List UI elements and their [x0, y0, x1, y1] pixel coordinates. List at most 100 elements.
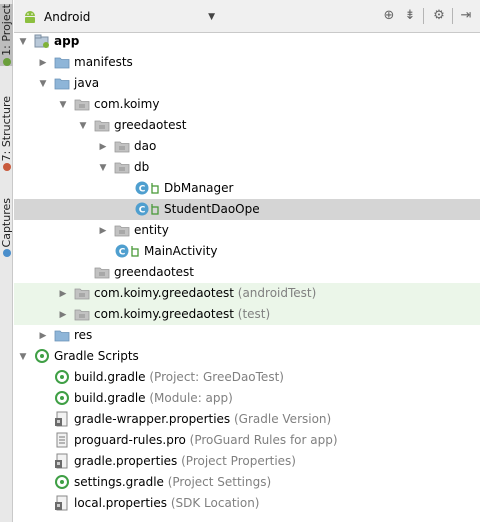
gradle-icon — [54, 369, 70, 385]
svg-text:C: C — [139, 185, 146, 195]
tree-item-label: proguard-rules.pro (ProGuard Rules for a… — [74, 433, 338, 447]
tree-item-label: greedaotest — [114, 118, 186, 132]
tree-row[interactable]: C StudentDaoOpe — [14, 199, 480, 220]
tree-item-label: com.koimy.greedaotest (test) — [94, 307, 270, 321]
chevron-down-icon[interactable]: ▼ — [18, 37, 28, 47]
collapse-all-icon[interactable]: ⇟ — [402, 8, 418, 24]
tool-window-strip: 1: Project 7: Structure Captures — [0, 0, 13, 522]
package-icon — [74, 306, 90, 322]
properties-file-icon — [54, 411, 70, 427]
tree-row[interactable]: greendaotest — [14, 262, 480, 283]
package-icon — [94, 264, 110, 280]
tree-row[interactable]: ▼ greedaotest — [14, 115, 480, 136]
tree-row[interactable]: proguard-rules.pro (ProGuard Rules for a… — [14, 430, 480, 451]
tree-item-name: settings.gradle — [74, 475, 164, 489]
tree-row[interactable]: ▶ com.koimy.greedaotest (androidTest) — [14, 283, 480, 304]
tree-row[interactable]: ▶ com.koimy.greedaotest (test) — [14, 304, 480, 325]
tree-item-label: build.gradle (Project: GreeDaoTest) — [74, 370, 284, 384]
gradle-icon — [54, 474, 70, 490]
project-tree: ▼ app ▶ manifests ▼ java ▼ com.koimy ▼ greedaotes… — [14, 33, 480, 522]
tree-row[interactable]: local.properties (SDK Location) — [14, 493, 480, 514]
project-tab-label: 1: Project — [0, 4, 13, 56]
project-toolbar: Android ▼ ⊕ ⇟ ⚙ ⇥ — [14, 0, 480, 33]
chevron-right-icon[interactable]: ▶ — [98, 142, 108, 152]
tree-row[interactable]: ▼ db — [14, 157, 480, 178]
tree-item-label: db — [134, 160, 149, 174]
tree-row[interactable]: ▶ dao — [14, 136, 480, 157]
tree-item-label: MainActivity — [144, 244, 218, 258]
tree-row[interactable]: ▶ manifests — [14, 52, 480, 73]
tree-item-label: entity — [134, 223, 169, 237]
tree-item-label: greendaotest — [114, 265, 194, 279]
tree-row[interactable]: ▶ entity — [14, 220, 480, 241]
package-icon — [114, 138, 130, 154]
gradle-icon — [34, 348, 50, 364]
tree-row[interactable]: ▼ java — [14, 73, 480, 94]
public-access-icon — [148, 201, 164, 217]
view-selector-value: Android — [44, 10, 91, 24]
android-icon — [2, 57, 11, 66]
chevron-right-icon[interactable]: ▶ — [38, 331, 48, 341]
hide-panel-icon[interactable]: ⇥ — [458, 8, 474, 24]
package-icon — [74, 285, 90, 301]
tree-row[interactable]: build.gradle (Module: app) — [14, 388, 480, 409]
tree-row[interactable]: settings.gradle (Project Settings) — [14, 472, 480, 493]
tree-item-label: build.gradle (Module: app) — [74, 391, 233, 405]
tree-row[interactable]: ▼ Gradle Scripts — [14, 346, 480, 367]
properties-file-icon — [54, 495, 70, 511]
tree-row[interactable]: build.gradle (Project: GreeDaoTest) — [14, 367, 480, 388]
tree-row[interactable]: C MainActivity — [14, 241, 480, 262]
tree-item-name: gradle.properties — [74, 454, 178, 468]
toolbar-divider — [452, 8, 453, 24]
tree-item-name: greendaotest — [114, 265, 195, 279]
tree-item-label: com.koimy — [94, 97, 159, 111]
folder-icon — [54, 75, 70, 91]
tree-item-label: DbManager — [164, 181, 233, 195]
tree-item-name: com.koimy.greedaotest — [94, 286, 234, 300]
chevron-down-icon[interactable]: ▼ — [58, 100, 68, 110]
tree-item-name: MainActivity — [144, 244, 218, 258]
project-tool-tab[interactable]: 1: Project — [0, 4, 13, 66]
chevron-right-icon[interactable]: ▶ — [58, 310, 68, 320]
svg-text:C: C — [139, 206, 146, 216]
folder-icon — [54, 327, 70, 343]
structure-tool-tab[interactable]: 7: Structure — [0, 96, 13, 172]
tree-row[interactable]: ▼ app — [14, 31, 480, 52]
chevron-right-icon[interactable]: ▶ — [58, 289, 68, 299]
public-access-icon — [148, 180, 164, 196]
gear-icon[interactable]: ⚙ — [431, 8, 447, 24]
tree-item-label: dao — [134, 139, 156, 153]
chevron-down-icon[interactable]: ▼ — [38, 79, 48, 89]
tree-item-name: gradle-wrapper.properties — [74, 412, 231, 426]
captures-icon — [2, 249, 11, 258]
tree-item-hint: (Project Properties) — [177, 454, 296, 468]
chevron-down-icon[interactable]: ▼ — [78, 121, 88, 131]
view-selector-dropdown[interactable]: Android ▼ — [22, 6, 219, 28]
tree-item-hint: (ProGuard Rules for app) — [185, 433, 338, 447]
chevron-down-icon[interactable]: ▼ — [98, 163, 108, 173]
chevron-right-icon[interactable]: ▶ — [98, 226, 108, 236]
tree-row[interactable]: gradle-wrapper.properties (Gradle Versio… — [14, 409, 480, 430]
tree-item-name: db — [134, 160, 150, 174]
target-icon[interactable]: ⊕ — [381, 8, 397, 24]
chevron-right-icon[interactable]: ▶ — [38, 58, 48, 68]
structure-icon — [2, 163, 11, 172]
android-icon — [25, 11, 35, 23]
tree-item-name: com.koimy.greedaotest — [94, 307, 234, 321]
tree-row[interactable]: ▼ com.koimy — [14, 94, 480, 115]
tree-row[interactable]: gradle.properties (Project Properties) — [14, 451, 480, 472]
tree-item-name: greedaotest — [114, 118, 187, 132]
package-icon — [94, 117, 110, 133]
captures-tool-tab[interactable]: Captures — [0, 198, 13, 258]
chevron-down-icon: ▼ — [208, 12, 215, 22]
package-icon — [114, 222, 130, 238]
tree-item-name: com.koimy — [94, 97, 160, 111]
properties-file-icon — [54, 453, 70, 469]
tree-item-label: gradle-wrapper.properties (Gradle Versio… — [74, 412, 331, 426]
tree-item-label: gradle.properties (Project Properties) — [74, 454, 296, 468]
tree-item-label: settings.gradle (Project Settings) — [74, 475, 271, 489]
tree-row[interactable]: C DbManager — [14, 178, 480, 199]
tree-item-name: build.gradle — [74, 391, 146, 405]
chevron-down-icon[interactable]: ▼ — [18, 352, 28, 362]
tree-row[interactable]: ▶ res — [14, 325, 480, 346]
